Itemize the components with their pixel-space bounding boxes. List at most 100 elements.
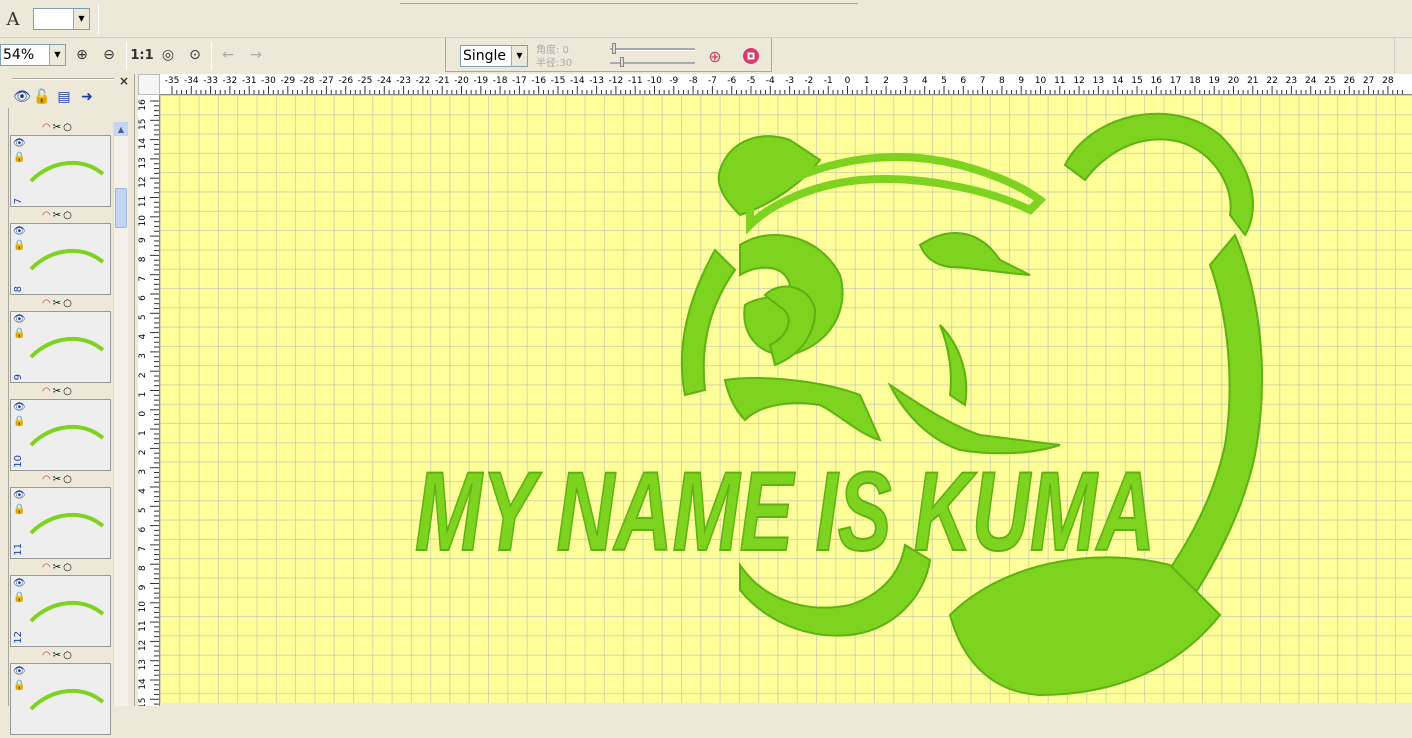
lock-icon[interactable]: 🔒 [13, 504, 25, 515]
ruler-label: 12 [138, 640, 148, 651]
circle-icon[interactable]: ○ [63, 386, 72, 399]
zoom-out-icon[interactable]: ⊖ [99, 45, 119, 65]
panel-scrollbar[interactable]: ▲ [113, 122, 128, 706]
ruler-label: -32 [223, 76, 238, 86]
lock-icon[interactable]: 🔒 [13, 416, 25, 427]
ruler-label: 7 [138, 276, 148, 282]
ruler-label: 4 [138, 333, 148, 339]
arrow-right-icon[interactable]: → [246, 45, 266, 65]
scissors-icon[interactable]: ✂ [53, 474, 61, 487]
eye-icon[interactable]: 👁 [13, 314, 26, 325]
scissors-icon[interactable]: ✂ [53, 298, 61, 311]
eye-icon[interactable]: 👁 [13, 402, 26, 413]
list-icon[interactable]: ▤ [55, 88, 73, 106]
ruler-label: 10 [138, 601, 148, 613]
font-a-icon[interactable]: A [2, 8, 24, 30]
arrow-right-icon[interactable]: ➜ [78, 88, 96, 106]
scroll-thumb[interactable] [115, 188, 127, 228]
ruler-label: 4 [922, 76, 928, 86]
unlock-icon[interactable]: 🔓 [33, 88, 51, 106]
ruler-label: 15 [138, 119, 148, 130]
ruler-label: -19 [473, 76, 488, 86]
stop-record-icon[interactable] [739, 44, 763, 68]
ruler-label: 14 [138, 678, 148, 690]
ruler-label: 10 [138, 215, 148, 227]
eye-icon[interactable]: 👁 [13, 490, 26, 501]
ruler-label: -12 [609, 76, 624, 86]
ruler-label: -28 [300, 76, 315, 86]
object-item[interactable]: ◠ ✂ ○ 👁 🔒 11 [10, 474, 112, 562]
color-icon[interactable]: ◠ [42, 562, 51, 575]
eye-icon[interactable]: 👁 [13, 226, 26, 237]
bear-mouth [723, 377, 882, 442]
eye-icon[interactable]: 👁 [13, 666, 26, 677]
object-item[interactable]: ◠ ✂ ○ 👁 🔒 8 [10, 210, 112, 298]
rotate-target-icon[interactable]: ⊕ [702, 46, 728, 66]
color-icon[interactable]: ◠ [42, 122, 51, 135]
eye-icon[interactable]: 👁 [13, 88, 31, 106]
eye-icon[interactable]: 👁 [13, 138, 26, 149]
object-item[interactable]: ◠ ✂ ○ 👁 🔒 [10, 650, 112, 738]
circle-icon[interactable]: ○ [63, 122, 72, 135]
circle-icon[interactable]: ○ [63, 298, 72, 311]
scissors-icon[interactable]: ✂ [53, 650, 61, 663]
circle-icon[interactable]: ○ [63, 210, 72, 223]
toolbar-row-2: 54% ▼ ⊕ ⊖ 1:1 ◎ ⊙ ← → Single ▼ 角度: 0 半径:… [0, 38, 1412, 74]
ruler-label: 9 [138, 584, 148, 590]
color-icon[interactable]: ◠ [42, 210, 51, 223]
ruler-label: -16 [531, 76, 546, 86]
circle-icon[interactable]: ○ [63, 474, 72, 487]
ruler-label: 12 [1073, 76, 1084, 86]
radius-slider-thumb[interactable] [620, 57, 624, 67]
lock-icon[interactable]: 🔒 [13, 592, 25, 603]
ruler-label: -17 [512, 76, 527, 86]
lock-icon[interactable]: 🔒 [13, 328, 25, 339]
ruler-label: 7 [980, 76, 986, 86]
angle-slider[interactable] [610, 48, 695, 51]
zoom-fit-icon[interactable]: ◎ [158, 45, 178, 65]
angle-slider-thumb[interactable] [612, 43, 616, 54]
lock-icon[interactable]: 🔒 [13, 680, 25, 691]
scissors-icon[interactable]: ✂ [53, 210, 61, 223]
font-size-select[interactable]: ▼ [33, 8, 90, 30]
panel-close-button[interactable]: × [117, 74, 131, 88]
ruler-label: -6 [727, 76, 736, 86]
color-icon[interactable]: ◠ [42, 650, 51, 663]
design-canvas[interactable]: MY NAME IS KUMA [160, 95, 1412, 706]
color-icon[interactable]: ◠ [42, 298, 51, 311]
scissors-icon[interactable]: ✂ [53, 386, 61, 399]
arrow-left-icon[interactable]: ← [218, 45, 238, 65]
scissors-icon[interactable]: ✂ [53, 562, 61, 575]
object-item[interactable]: ◠ ✂ ○ 👁 🔒 7 [10, 122, 112, 210]
ruler-label: 14 [138, 138, 148, 150]
scissors-icon[interactable]: ✂ [53, 122, 61, 135]
ruler-label: -24 [377, 76, 392, 86]
eye-icon[interactable]: 👁 [13, 578, 26, 589]
actual-size-button[interactable]: 1:1 [130, 45, 153, 65]
lock-icon[interactable]: 🔒 [13, 152, 25, 163]
ruler-label: 20 [1228, 76, 1240, 86]
circle-icon[interactable]: ○ [63, 562, 72, 575]
ruler-label: -14 [570, 76, 585, 86]
zoom-window-icon[interactable]: ⊙ [185, 45, 205, 65]
scroll-up-button[interactable]: ▲ [114, 122, 128, 136]
mode-select[interactable]: Single ▼ [460, 45, 528, 67]
object-item[interactable]: ◠ ✂ ○ 👁 🔒 10 [10, 386, 112, 474]
ruler-label: 8 [138, 256, 148, 262]
ruler-label: 3 [138, 353, 148, 359]
zoom-select[interactable]: 54% ▼ [0, 44, 66, 66]
object-item[interactable]: ◠ ✂ ○ 👁 🔒 12 [10, 562, 112, 650]
object-item[interactable]: ◠ ✂ ○ 👁 🔒 9 [10, 298, 112, 386]
ruler-label: 11 [138, 196, 148, 207]
lock-icon[interactable]: 🔒 [13, 240, 25, 251]
chevron-down-icon[interactable]: ▼ [511, 46, 527, 66]
color-icon[interactable]: ◠ [42, 474, 51, 487]
chevron-down-icon[interactable]: ▼ [73, 9, 89, 29]
ruler-label: -23 [396, 76, 411, 86]
zoom-in-icon[interactable]: ⊕ [72, 45, 92, 65]
color-icon[interactable]: ◠ [42, 386, 51, 399]
chevron-down-icon[interactable]: ▼ [49, 45, 65, 65]
circle-icon[interactable]: ○ [63, 650, 72, 663]
ruler-label: 2 [138, 450, 148, 456]
ruler-label: 27 [1363, 76, 1374, 86]
